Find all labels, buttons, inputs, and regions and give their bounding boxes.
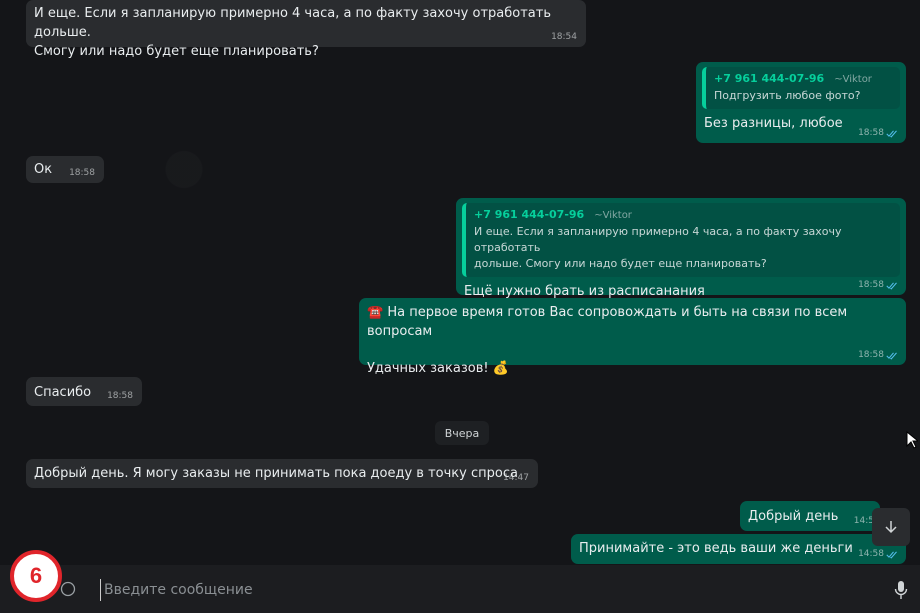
read-ticks-icon — [886, 282, 897, 290]
quote-text: И еще. Если я запланирую примерно 4 часа… — [474, 225, 842, 254]
quote-author-phone: +7 961 444-07-96 — [474, 208, 585, 221]
message-incoming[interactable]: Спасибо 18:58 — [26, 377, 142, 406]
quote-author-name: ~Viktor — [594, 210, 632, 221]
message-text: ☎️ На первое время готов Вас сопровождат… — [367, 305, 848, 339]
message-text: Добрый день. Я могу заказы не принимать … — [34, 466, 518, 481]
annotation-badge: 6 — [10, 550, 62, 602]
microphone-icon[interactable] — [894, 580, 908, 600]
emoji-icon[interactable] — [60, 581, 76, 597]
quoted-message[interactable]: +7 961 444-07-96 ~Viktor И еще. Если я з… — [462, 203, 900, 277]
message-outgoing[interactable]: ☎️ На первое время готов Вас сопровождат… — [359, 298, 906, 376]
message-time: 14:58 — [858, 549, 884, 559]
message-time: 14:5 — [853, 516, 874, 526]
date-divider: Вчера — [435, 421, 489, 445]
message-time: 18:54 — [551, 32, 577, 42]
message-time: 18:58 — [69, 168, 95, 178]
read-ticks-icon — [886, 352, 897, 360]
message-text: Смогу или надо будет еще планировать? — [34, 44, 319, 59]
read-ticks-icon — [886, 130, 897, 138]
message-time: 18:58 — [107, 391, 133, 401]
scroll-down-button[interactable] — [872, 508, 910, 546]
message-outgoing[interactable]: Принимайте - это ведь ваши же деньги 14:… — [571, 534, 906, 564]
message-incoming[interactable]: Ок 18:58 — [26, 156, 104, 183]
message-text: Принимайте - это ведь ваши же деньги — [579, 541, 853, 556]
scroll-down-icon — [885, 521, 897, 534]
read-ticks-icon — [886, 551, 897, 559]
message-time: 14:47 — [503, 473, 529, 483]
quote-text: дольше. Смогу или надо будет еще планиро… — [474, 257, 767, 270]
quote-author-name: ~Viktor — [834, 74, 872, 85]
composer-bar: Введите сообщение — [0, 565, 920, 613]
chat-area[interactable]: И еще. Если я запланирую примерно 4 часа… — [0, 0, 920, 565]
message-text: Удачных заказов! 💰 — [367, 361, 509, 376]
message-outgoing[interactable]: +7 961 444-07-96 ~Viktor Подгрузить любо… — [696, 62, 906, 143]
message-input[interactable]: Введите сообщение — [100, 579, 864, 601]
message-text: И еще. Если я запланирую примерно 4 часа… — [34, 6, 551, 40]
message-incoming[interactable]: И еще. Если я запланирую примерно 4 часа… — [26, 0, 586, 59]
message-text: Добрый день — [748, 509, 839, 524]
quote-text: Подгрузить любое фото? — [714, 89, 861, 102]
message-outgoing[interactable]: Добрый день 14:5 — [740, 501, 880, 531]
message-incoming[interactable]: Добрый день. Я могу заказы не принимать … — [26, 459, 538, 488]
message-time: 18:58 — [858, 350, 884, 360]
quoted-message[interactable]: +7 961 444-07-96 ~Viktor Подгрузить любо… — [702, 67, 900, 109]
message-time: 18:58 — [858, 280, 884, 290]
quote-author-phone: +7 961 444-07-96 — [714, 72, 825, 85]
mouse-cursor-icon — [906, 431, 918, 449]
message-outgoing[interactable]: +7 961 444-07-96 ~Viktor И еще. Если я з… — [456, 198, 906, 299]
message-time: 18:58 — [858, 128, 884, 138]
